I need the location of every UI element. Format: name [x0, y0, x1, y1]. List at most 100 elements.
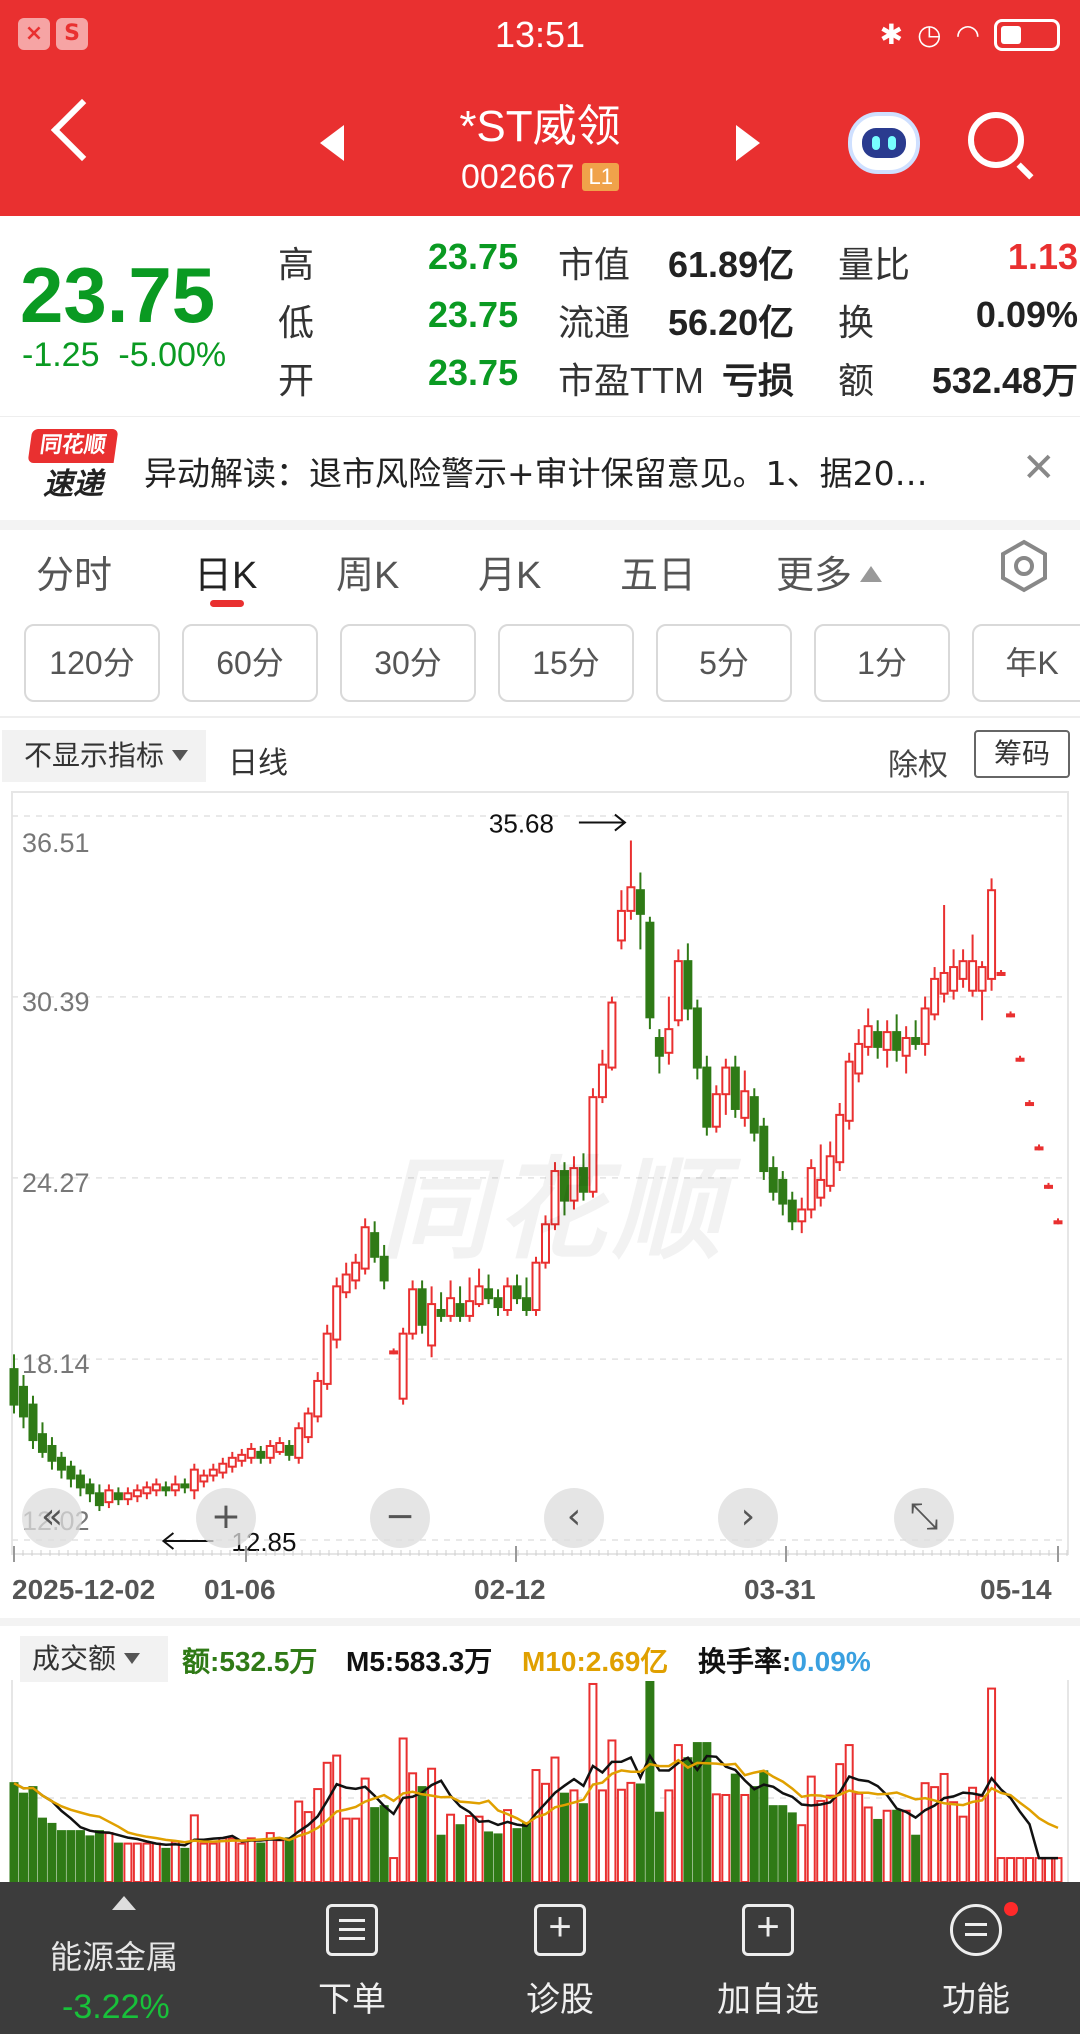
period-120min[interactable]: 120分 — [24, 624, 160, 702]
volume-bar — [768, 1805, 778, 1882]
candle-body — [294, 1427, 304, 1459]
volume-ratio-label: 量比 — [838, 244, 911, 285]
chips-button[interactable]: 筹码 — [974, 730, 1070, 778]
amount-value: 532.48万 — [931, 360, 1078, 401]
period-1min[interactable]: 1分 — [814, 624, 950, 702]
order-label: 下单 — [318, 1981, 386, 2019]
zoom-out-button[interactable]: − — [370, 1488, 430, 1548]
add-watchlist-button[interactable]: 加自选 — [698, 1904, 838, 2021]
quote-grid[interactable]: 高 23.75 市值 61.89亿 量比 1.13 低 23.75 流通 56.… — [278, 236, 1078, 410]
volume-bar — [313, 1788, 323, 1882]
search-icon[interactable] — [968, 112, 1024, 168]
zoom-in-button[interactable]: + — [196, 1488, 256, 1548]
volume-bar — [835, 1763, 845, 1882]
volume-bar — [484, 1831, 494, 1882]
candle-body — [920, 1007, 930, 1045]
candle-body — [607, 1001, 617, 1069]
diagnose-button[interactable]: 诊股 — [490, 1904, 630, 2021]
candle-body — [863, 1025, 873, 1048]
volume-bar — [94, 1830, 104, 1882]
volume-bar — [208, 1842, 218, 1882]
candle-body — [873, 1031, 883, 1048]
next-stock-icon[interactable] — [736, 125, 760, 161]
menu-button[interactable]: 功能 — [906, 1904, 1046, 2021]
tab-monthly-k[interactable]: 月K — [478, 544, 541, 599]
market-cap-value: 61.89亿 — [668, 244, 795, 285]
adjust-button[interactable]: 除权 — [888, 740, 948, 784]
close-icon[interactable]: ✕ — [1022, 445, 1056, 491]
triangle-up-icon[interactable] — [112, 1896, 136, 1910]
volume-selector-label: 成交额 — [32, 1643, 117, 1674]
candle-body — [284, 1444, 294, 1456]
chart-header: 不显示指标 日线 除权 筹码 — [0, 726, 1080, 786]
candle-body — [683, 960, 693, 1010]
low-value: 23.75 — [428, 294, 519, 335]
volume-bar — [104, 1832, 114, 1882]
turnover-label: 换 — [838, 302, 875, 343]
market-cap-label: 市值 — [558, 244, 631, 285]
scroll-right-button[interactable]: › — [718, 1488, 778, 1548]
candle-body — [75, 1474, 85, 1489]
candle-body — [417, 1288, 427, 1326]
tab-more[interactable]: 更多 — [776, 544, 883, 599]
candle-body — [1034, 1146, 1044, 1151]
volume-bar — [170, 1840, 180, 1882]
volume-bar — [1034, 1857, 1044, 1882]
wifi-icon: ◠ — [955, 18, 980, 51]
candle-body — [256, 1450, 266, 1459]
turnover-rate-label: 换手率:0.09% — [698, 1640, 871, 1680]
alarm-icon: ◷ — [917, 18, 942, 51]
pe-ttm-label: 市盈TTM — [558, 360, 704, 401]
scroll-left-button[interactable]: ‹ — [544, 1488, 604, 1548]
volume-chart[interactable] — [0, 1680, 1080, 1882]
volume-bar — [597, 1789, 607, 1882]
indicator-select[interactable]: 不显示指标 — [2, 730, 206, 782]
assistant-robot-icon[interactable] — [848, 112, 920, 174]
news-logo-top: 同花顺 — [27, 429, 119, 463]
menu-label: 功能 — [942, 1981, 1010, 2019]
candle-body — [645, 921, 655, 1019]
period-60min[interactable]: 60分 — [182, 624, 318, 702]
candle-body — [503, 1285, 513, 1311]
sector-name[interactable]: 能源金属 — [50, 1932, 178, 1978]
order-button[interactable]: 下单 — [282, 1904, 422, 2021]
period-30min[interactable]: 30分 — [340, 624, 476, 702]
tab-weekly-k[interactable]: 周K — [336, 544, 399, 599]
volume-bar — [66, 1830, 76, 1882]
volume-bar — [949, 1801, 959, 1882]
fullscreen-button[interactable]: ⤡ — [894, 1488, 954, 1548]
volume-bar — [901, 1809, 911, 1882]
divider — [0, 1618, 1080, 1626]
volume-bar — [389, 1857, 399, 1882]
volume-bar — [1015, 1857, 1025, 1882]
settings-icon[interactable] — [996, 538, 1052, 594]
volume-bar — [873, 1818, 883, 1882]
news-banner[interactable]: 同花顺 速递 异动解读：退市风险警示+审计保留意见。1、据20… ✕ — [0, 416, 1080, 520]
tab-five-day[interactable]: 五日 — [620, 544, 696, 599]
tab-daily-k[interactable]: 日K — [194, 544, 257, 599]
status-bar: × S 13:51 ✱ ◷ ◠ — [0, 0, 1080, 72]
candle-body — [949, 966, 959, 992]
period-5min[interactable]: 5分 — [656, 624, 792, 702]
change-pct: -5.00% — [118, 336, 227, 374]
volume-bar — [256, 1842, 266, 1882]
volume-bar — [816, 1799, 826, 1882]
tab-intraday[interactable]: 分时 — [36, 544, 112, 599]
volume-indicator-select[interactable]: 成交额 — [20, 1636, 168, 1682]
sector-change: -3.22% — [62, 1988, 170, 2026]
period-15min[interactable]: 15分 — [498, 624, 634, 702]
candle-body — [28, 1403, 38, 1442]
rewind-button[interactable]: « — [22, 1488, 82, 1548]
news-text[interactable]: 异动解读：退市风险警示+审计保留意见。1、据20… — [144, 447, 994, 495]
candle-body — [18, 1385, 28, 1418]
add-watchlist-label: 加自选 — [717, 1981, 819, 2019]
volume-bar — [189, 1814, 199, 1882]
high-label: 高 — [278, 244, 315, 285]
candle-body — [522, 1297, 532, 1311]
volume-bar — [408, 1772, 418, 1882]
period-yearly[interactable]: 年K — [972, 624, 1080, 702]
pe-ttm-value: 亏损 — [722, 360, 795, 401]
candle-body — [730, 1066, 740, 1110]
volume-bar — [626, 1781, 636, 1882]
volume-bar — [417, 1786, 427, 1882]
